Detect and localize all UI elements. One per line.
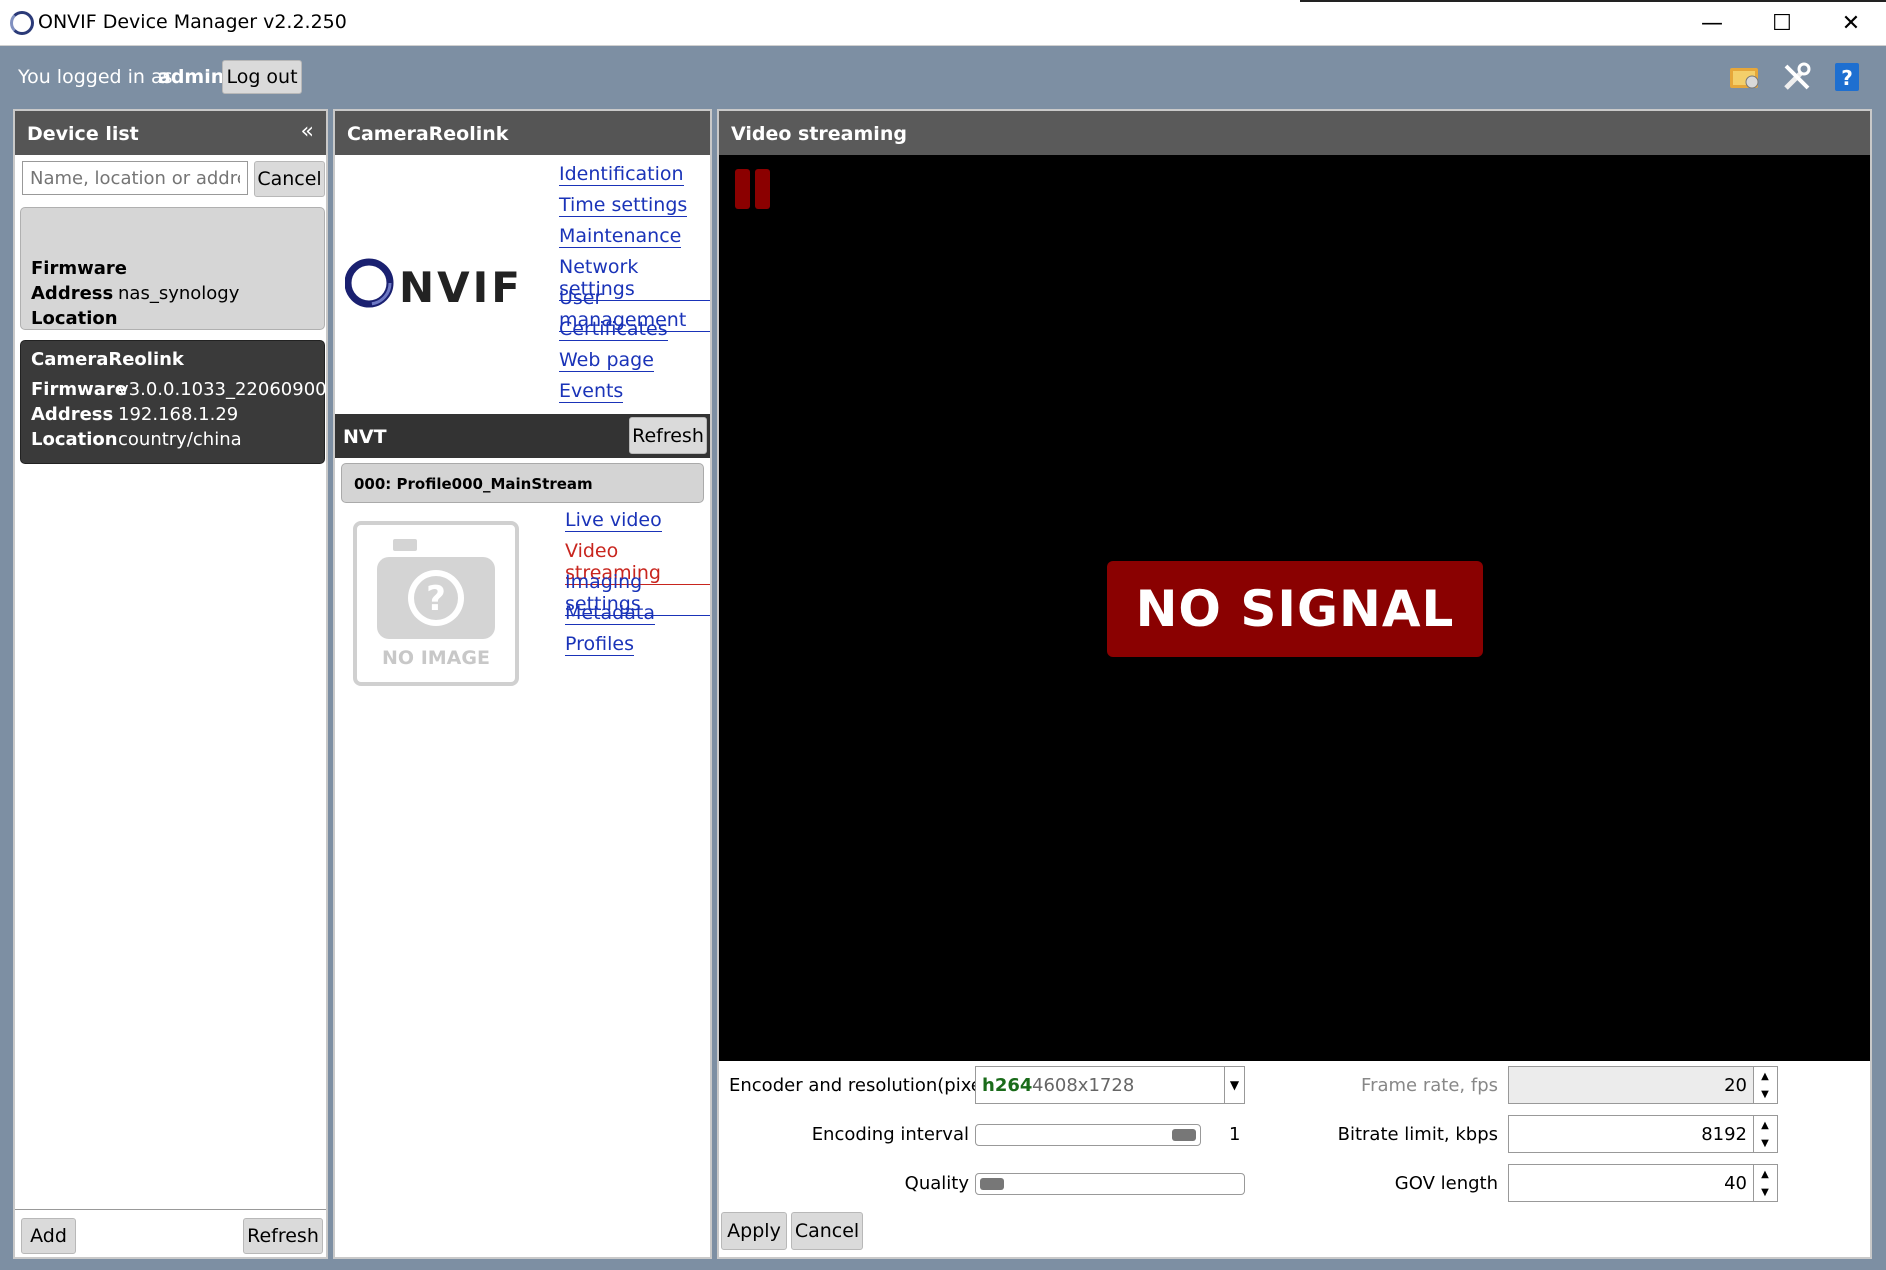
address-label: Address: [31, 404, 114, 425]
apply-button[interactable]: Apply: [721, 1212, 787, 1250]
encoder-select[interactable]: h264 4608x1728 ▼: [975, 1066, 1245, 1104]
title-bar: ONVIF Device Manager v2.2.250 — ☐ ✕: [0, 0, 1886, 46]
quality-label: Quality: [904, 1173, 969, 1194]
video-title: Video streaming: [731, 123, 907, 145]
logout-button[interactable]: Log out: [222, 60, 302, 94]
link-live-video[interactable]: Live video: [565, 509, 662, 532]
login-bar: You logged in as admin Log out ?: [0, 46, 1886, 110]
device-search-input[interactable]: [22, 161, 248, 195]
maximize-icon: ☐: [1772, 10, 1792, 36]
encoding-interval-thumb[interactable]: [1172, 1129, 1196, 1141]
collapse-icon[interactable]: «: [301, 119, 314, 144]
help-icon[interactable]: ?: [1830, 60, 1864, 94]
frame-rate-spinner[interactable]: ▲ ▼: [1753, 1067, 1777, 1103]
link-certificates[interactable]: Certificates: [559, 318, 668, 341]
gov-length-value: 40: [1724, 1173, 1747, 1194]
link-metadata[interactable]: Metadata: [565, 602, 655, 625]
link-web-page[interactable]: Web page: [559, 349, 654, 372]
firmware-value: v3.0.0.1033_22060900: [118, 379, 327, 400]
onvif-logo: NVIF: [344, 253, 525, 313]
svg-text:?: ?: [1841, 66, 1853, 90]
chevron-down-icon: ▼: [1224, 1067, 1244, 1103]
pause-icon[interactable]: [735, 169, 773, 209]
link-profiles[interactable]: Profiles: [565, 633, 634, 656]
frame-rate-value: 20: [1724, 1075, 1747, 1096]
location-label: Location: [31, 429, 118, 450]
gov-length-spinner[interactable]: ▲ ▼: [1753, 1165, 1777, 1201]
location-label: Location: [31, 308, 118, 329]
address-value: 192.168.1.29: [118, 404, 239, 425]
close-icon: ✕: [1841, 10, 1861, 36]
encoder-label: Encoder and resolution(pixels): [729, 1075, 1004, 1096]
close-button[interactable]: ✕: [1816, 0, 1886, 46]
settings-tools-icon[interactable]: [1780, 60, 1814, 94]
video-viewport[interactable]: NO SIGNAL: [719, 155, 1870, 1061]
quality-slider[interactable]: [975, 1173, 1245, 1195]
no-signal-banner: NO SIGNAL: [1107, 561, 1483, 657]
firmware-label: Firmware: [31, 379, 127, 400]
codec-value: h264: [982, 1075, 1033, 1096]
encoding-interval-value: 1: [1229, 1124, 1241, 1145]
refresh-devices-button[interactable]: Refresh: [243, 1218, 323, 1254]
device-item-nas[interactable]: Firmware Address nas_synology Location: [20, 207, 325, 330]
device-list-header: Device list «: [15, 111, 326, 155]
add-device-button[interactable]: Add: [21, 1218, 76, 1254]
device-name: [31, 216, 314, 246]
login-username: admin: [158, 66, 225, 88]
camera-placeholder-icon: ?: [377, 539, 495, 639]
profile-selector[interactable]: 000: Profile000_MainStream: [341, 463, 704, 503]
minimize-icon: —: [1701, 10, 1723, 36]
encoding-interval-slider[interactable]: [975, 1124, 1201, 1146]
search-cancel-button[interactable]: Cancel: [254, 161, 325, 197]
events-tool-icon[interactable]: [1728, 60, 1762, 94]
bitrate-spinner[interactable]: ▲ ▼: [1753, 1116, 1777, 1152]
device-list-title: Device list: [27, 123, 139, 145]
minimize-button[interactable]: —: [1677, 0, 1747, 46]
bitrate-input[interactable]: 8192 ▲ ▼: [1508, 1115, 1778, 1153]
camera-title: CameraReolink: [347, 123, 509, 145]
cancel-button[interactable]: Cancel: [791, 1212, 863, 1250]
video-streaming-panel: Video streaming NO SIGNAL Encoder and re…: [717, 109, 1872, 1259]
maximize-button[interactable]: ☐: [1747, 0, 1817, 46]
encoding-interval-label: Encoding interval: [811, 1124, 969, 1145]
link-identification[interactable]: Identification: [559, 163, 684, 186]
video-header: Video streaming: [719, 111, 1870, 155]
link-maintenance[interactable]: Maintenance: [559, 225, 682, 248]
address-value: nas_synology: [118, 283, 240, 304]
location-value: country/china: [118, 429, 242, 450]
link-events[interactable]: Events: [559, 380, 624, 403]
onvif-logo-text: NVIF: [399, 263, 523, 312]
resolution-value: 4608x1728: [1032, 1075, 1135, 1096]
firmware-label: Firmware: [31, 258, 127, 279]
camera-header: CameraReolink: [335, 111, 710, 155]
frame-rate-input[interactable]: 20 ▲ ▼: [1508, 1066, 1778, 1104]
svg-text:?: ?: [426, 579, 446, 619]
device-name: CameraReolink: [31, 349, 184, 370]
no-image-thumbnail: ? NO IMAGE: [353, 521, 519, 686]
no-image-text: NO IMAGE: [382, 647, 490, 669]
camera-panel: CameraReolink NVIF Identification Time s…: [333, 109, 712, 1259]
device-list-panel: Device list « Cancel Firmware Addressnas…: [13, 109, 328, 1259]
gov-length-input[interactable]: 40 ▲ ▼: [1508, 1164, 1778, 1202]
link-time-settings[interactable]: Time settings: [559, 194, 688, 217]
gov-length-label: GOV length: [1394, 1173, 1498, 1194]
nvt-refresh-button[interactable]: Refresh: [629, 417, 707, 454]
quality-thumb[interactable]: [980, 1178, 1004, 1190]
window-title: ONVIF Device Manager v2.2.250: [38, 11, 347, 33]
app-logo-icon: [10, 11, 34, 35]
address-label: Address: [31, 283, 114, 304]
login-status-text: You logged in as: [18, 66, 173, 88]
nvt-title: NVT: [343, 426, 387, 448]
device-item-camerareolink[interactable]: CameraReolink Firmware v3.0.0.1033_220609…: [20, 340, 327, 464]
bitrate-value: 8192: [1701, 1124, 1747, 1145]
bitrate-label: Bitrate limit, kbps: [1337, 1124, 1498, 1145]
frame-rate-label: Frame rate, fps: [1361, 1075, 1498, 1096]
